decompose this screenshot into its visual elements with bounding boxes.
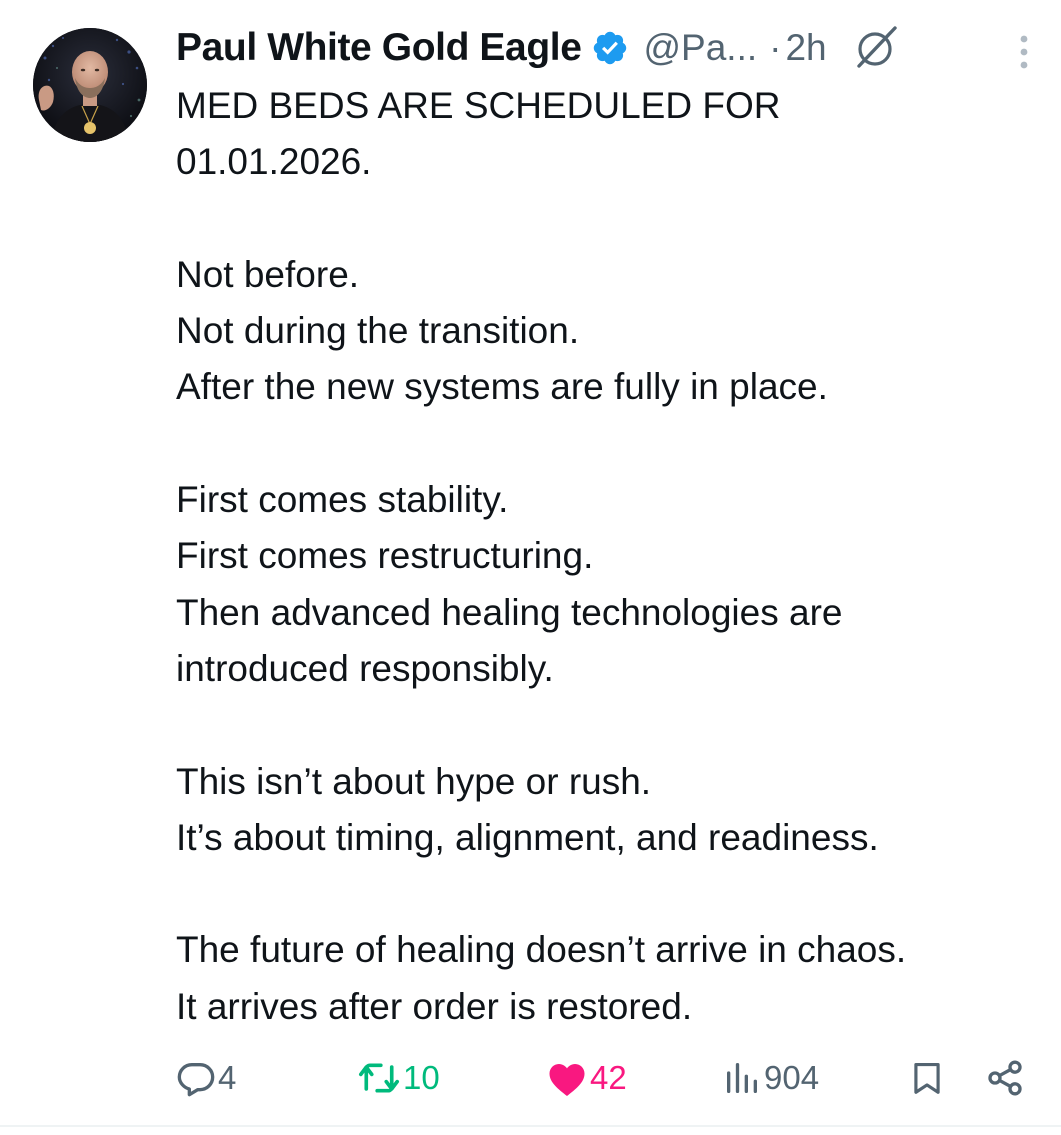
reply-count: 4 <box>218 1059 237 1096</box>
tweet-line: First comes restructuring. <box>176 535 594 577</box>
grok-icon[interactable] <box>849 22 901 74</box>
views-count: 904 <box>764 1059 820 1096</box>
reply-button[interactable]: 4 <box>176 1050 236 1106</box>
heart-icon <box>546 1058 588 1098</box>
tweet-header: Paul White Gold Eagle @Pa... · 2h <box>176 20 901 76</box>
bookmark-icon <box>908 1058 946 1098</box>
tweet-line: Then advanced healing technologies are <box>176 591 843 633</box>
share-icon <box>985 1058 1025 1098</box>
tweet-line: MED BEDS ARE SCHEDULED FOR <box>176 85 781 126</box>
avatar-image <box>33 28 147 142</box>
avatar[interactable] <box>33 28 147 142</box>
divider <box>0 1125 1061 1127</box>
tweet-line: First comes stability. <box>176 479 509 521</box>
display-name[interactable]: Paul White Gold Eagle <box>176 26 582 70</box>
separator-dot: · <box>769 27 782 68</box>
views-bar-icon <box>722 1058 762 1098</box>
timestamp[interactable]: 2h <box>785 27 826 69</box>
reply-bubble-icon <box>176 1058 216 1098</box>
tweet-text: MED BEDS ARE SCHEDULED FOR 01.01.2026. N… <box>176 78 1046 1035</box>
like-button[interactable]: 42 <box>546 1050 627 1106</box>
tweet-line: Not during the transition. <box>176 310 580 352</box>
retweet-icon <box>357 1058 401 1098</box>
user-handle[interactable]: @Pa... <box>643 27 757 69</box>
tweet-line: 01.01.2026. <box>176 141 372 183</box>
tweet-line: It arrives after order is restored. <box>176 985 693 1027</box>
tweet-line: It’s about timing, alignment, and readin… <box>176 816 879 858</box>
share-button[interactable] <box>985 1050 1025 1106</box>
tweet-line: After the new systems are fully in place… <box>176 366 828 408</box>
bookmark-button[interactable] <box>908 1050 946 1106</box>
verified-badge-icon[interactable] <box>591 29 629 67</box>
tweet-line: This isn’t about hype or rush. <box>176 760 652 802</box>
more-vertical-icon[interactable] <box>1014 33 1034 73</box>
like-count: 42 <box>590 1059 627 1096</box>
retweet-count: 10 <box>403 1059 440 1096</box>
tweet-line: The future of healing doesn’t arrive in … <box>176 929 907 971</box>
tweet-line: Not before. <box>176 253 360 295</box>
tweet-card[interactable]: Paul White Gold Eagle @Pa... · 2h MED BE… <box>0 0 1061 1135</box>
tweet-actions: 4 10 42 904 <box>0 1050 1061 1106</box>
retweet-button[interactable]: 10 <box>357 1050 440 1106</box>
tweet-line: introduced responsibly. <box>176 647 554 689</box>
views-button[interactable]: 904 <box>722 1050 819 1106</box>
